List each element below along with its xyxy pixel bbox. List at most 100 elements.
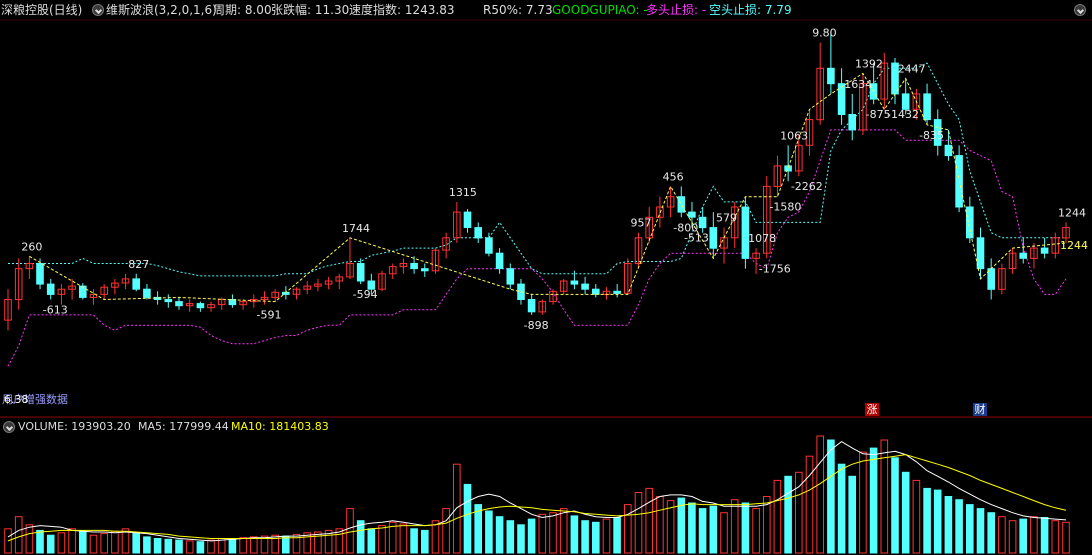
wave-labels: 260-613827-5911744-5941315-898957456-800… [21,27,1086,332]
long-stop-value: 多头止损: - [646,3,707,17]
volume-bar [431,520,440,554]
volume-bar [923,487,931,554]
volume-bar [741,502,750,554]
candlestick-series [4,32,1070,331]
volume-bar [132,532,140,554]
candle-body [1019,252,1028,259]
candle-body [677,196,686,213]
wave-label: -513 [684,232,709,245]
volume-value: VOLUME: 193903.20 [18,420,131,433]
volume-bar [1040,517,1049,554]
candle-body [581,283,589,290]
change-range-value: 张跌幅: 11.30 [271,3,350,17]
volume-bar [613,517,621,554]
volume-bar [100,533,109,554]
volume-bar [463,483,472,554]
candle-body [196,303,205,309]
volume-bar [955,499,963,554]
wave-label: 260 [21,240,42,253]
candle-body [46,283,55,295]
volume-bar [1030,516,1038,554]
wave-label: 827 [128,258,149,271]
volume-bar [944,496,953,554]
candle-body [421,268,429,272]
last-value-label: 1244 [1060,239,1088,252]
candle-body [827,67,835,85]
indicator-name[interactable]: 维斯波浪(3,2,0,1,6) [106,1,217,19]
volume-bar [912,479,921,554]
volume-bar [36,529,44,554]
wave-label: -591 [256,309,281,322]
volume-bar [859,451,867,554]
zhang-badge[interactable]: 涨 [865,403,879,416]
candle-body [923,93,931,121]
collapse-icon[interactable] [1074,4,1086,16]
wave-label: 9.80 [812,27,837,40]
volume-bar [517,524,525,554]
candle-body [36,263,44,285]
candle-body [495,252,504,270]
volume-bar [559,508,568,554]
volume-bar [239,537,247,554]
volume-bar [196,541,205,554]
wave-label: 456 [663,170,684,183]
stock-name[interactable]: 深粮控股(日线) [1,1,82,19]
volume-bar [4,528,12,554]
stock-chart[interactable]: 260-613827-5911744-5941315-898957456-800… [0,0,1092,555]
volume-bar [14,516,23,554]
wave-label: -2262 [791,180,823,193]
volume-bar [816,435,825,554]
volume-bar [976,508,985,554]
short-stop-value: 空头止损: 7.79 [709,3,792,17]
candle-body [944,144,953,157]
volume-bar [228,538,237,554]
candle-body [1040,247,1049,254]
candle-body [474,227,482,239]
volume-bar [730,499,739,554]
wave-label: -898 [524,319,549,332]
volume-bar [1019,518,1028,554]
volume-bar [688,502,696,554]
volume-bar [827,439,835,554]
volume-bar [998,516,1006,554]
wave-label: 957 [631,217,652,230]
volume-bar [966,504,974,554]
cai-badge[interactable]: 财 [973,403,987,416]
speed-index-value: 速度指数: 1243.83 [349,3,455,17]
volume-bar [495,516,504,554]
candle-body [848,114,857,131]
volume-bar [143,536,151,554]
candle-body [410,263,418,270]
volume-bar [987,512,996,554]
volume-bar [624,504,632,554]
volume-bar [207,539,215,554]
candle-body [463,211,472,229]
wave-label: -835 [919,129,944,142]
candle-body [175,301,183,307]
volume-bar [592,521,600,554]
volume-bar [164,538,173,554]
wave-label: 1392 [855,57,883,70]
candle-body [966,206,974,239]
volume-bar [46,534,55,554]
candle-body [592,288,600,295]
wave-label: 1315 [449,186,477,199]
wave-label: 1634 [844,78,872,91]
volume-bar [282,535,290,554]
wave-label: -1756 [759,262,791,275]
volume-bar [346,508,354,554]
wave-label: 1063 [780,129,808,142]
wave-label: 1244 [1058,206,1086,219]
volume-bar [805,455,814,554]
indicator-menu-icon[interactable] [92,4,104,16]
volume-bar [901,471,910,554]
candle-body [356,263,365,282]
candle-body [709,227,718,249]
volume-bar [485,510,493,554]
volume-menu-icon[interactable] [3,421,15,433]
candle-body [976,237,985,270]
volume-bar [111,530,119,554]
volume-bar [581,520,589,554]
candle-body [143,288,151,298]
volume-bar [891,457,899,554]
